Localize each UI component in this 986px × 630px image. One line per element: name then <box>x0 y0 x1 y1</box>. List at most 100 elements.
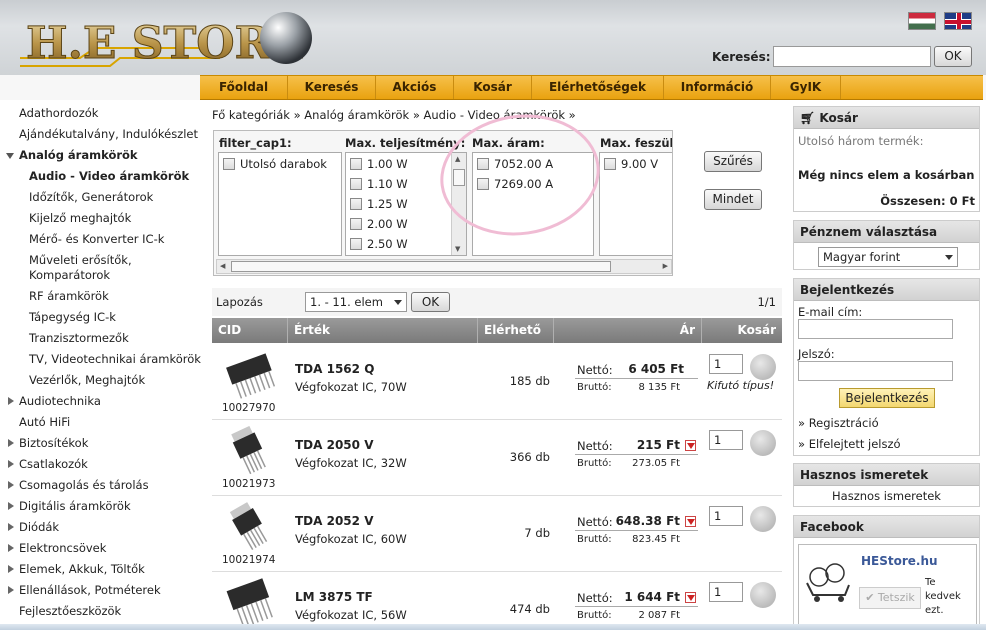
sidebar-item[interactable]: Biztosítékok <box>19 436 88 450</box>
checkbox[interactable] <box>350 158 362 170</box>
sidebar-item[interactable]: Fejlesztőeszközök <box>19 604 121 618</box>
email-field[interactable] <box>798 319 953 339</box>
uk-flag-icon[interactable] <box>944 12 972 30</box>
search-input[interactable] <box>773 46 931 67</box>
product-name[interactable]: TDA 2052 V <box>295 514 373 528</box>
checkbox[interactable] <box>350 198 362 210</box>
filter-option[interactable]: 2.50 W <box>350 237 408 251</box>
checkbox[interactable] <box>350 238 362 250</box>
sidebar-item[interactable]: Ajándékutalvány, Indulókészlet <box>19 127 198 141</box>
facebook-panel: Facebook HEStore.hu ✔ Tetszik Te kedvek … <box>793 515 980 630</box>
product-name[interactable]: TDA 2050 V <box>295 438 373 452</box>
language-flags <box>908 12 972 30</box>
filter-list: Utolsó darabok <box>218 152 342 256</box>
filter-option[interactable]: 9.00 V <box>604 157 658 171</box>
ic-chip-image[interactable] <box>220 350 280 400</box>
useful-info-header: Hasznos ismeretek <box>794 464 979 486</box>
ic-chip-image[interactable] <box>220 578 280 628</box>
add-to-cart-icon[interactable] <box>750 430 776 456</box>
filter-option[interactable]: 1.10 W <box>350 177 408 191</box>
filter-option[interactable]: 2.00 W <box>350 217 408 231</box>
pager-select[interactable]: 1. - 11. elem <box>305 292 407 312</box>
checkbox[interactable] <box>350 218 362 230</box>
add-to-cart-icon[interactable] <box>750 506 776 532</box>
gross-price: 273.05 Ft <box>632 458 680 469</box>
scroll-thumb[interactable] <box>231 261 611 272</box>
sidebar-subitem[interactable]: RF áramkörök <box>29 289 109 303</box>
sidebar-item[interactable]: Elektroncsövek <box>19 541 106 555</box>
sidebar-subitem[interactable]: Tápegység IC-k <box>29 310 116 324</box>
facebook-page-name[interactable]: HEStore.hu <box>861 554 938 568</box>
sidebar-subitem[interactable]: Kijelző meghajtók <box>29 211 131 225</box>
nav-info[interactable]: Információ <box>664 76 771 99</box>
scroll-down-icon[interactable]: ▼ <box>455 245 460 253</box>
quantity-input[interactable]: 1 <box>709 506 743 526</box>
login-button[interactable]: Bejelentkezés <box>839 388 935 408</box>
collapsed-arrow-icon <box>8 523 14 531</box>
quantity-input[interactable]: 1 <box>709 430 743 450</box>
collapsed-arrow-icon <box>8 502 14 510</box>
filter-option[interactable]: Utolsó darabok <box>223 157 327 171</box>
checkbox[interactable] <box>604 158 616 170</box>
forgot-password-link[interactable]: » Elfelejtett jelszó <box>798 437 901 451</box>
sidebar-subitem[interactable]: TV, Videotechnikai áramkörök <box>29 352 201 366</box>
quantity-input[interactable]: 1 <box>709 582 743 602</box>
nav-sale[interactable]: Akciós <box>376 76 454 99</box>
ic-chip-image[interactable] <box>220 426 280 476</box>
checkbox[interactable] <box>223 158 235 170</box>
show-all-button[interactable]: Mindet <box>704 189 762 210</box>
sidebar-item-analog[interactable]: Analóg áramkörök <box>19 148 138 162</box>
filter-option[interactable]: 1.00 W <box>350 157 408 171</box>
search-ok-button[interactable]: OK <box>934 46 972 67</box>
sidebar-item[interactable]: Ellenállások, Potméterek <box>19 583 161 597</box>
scroll-right-icon[interactable]: ▶ <box>663 262 668 270</box>
sidebar-item[interactable]: Csomagolás és tárolás <box>19 478 149 492</box>
product-name[interactable]: LM 3875 TF <box>295 590 373 604</box>
nav-faq[interactable]: GyIK <box>771 76 841 99</box>
sidebar-subitem[interactable]: Komparátorok <box>29 268 110 282</box>
sidebar-item[interactable]: Audiotechnika <box>19 394 101 408</box>
sidebar-item[interactable]: Digitális áramkörök <box>19 499 131 513</box>
cart-empty-text: Még nincs elem a kosárban <box>798 168 975 182</box>
sidebar-item[interactable]: Elemek, Akkuk, Töltők <box>19 562 145 576</box>
sidebar-subitem[interactable]: Mérő- és Konverter IC-k <box>29 232 164 246</box>
sidebar-item[interactable]: Csatlakozók <box>19 457 88 471</box>
product-name[interactable]: TDA 1562 Q <box>295 362 374 376</box>
sidebar-item[interactable]: Diódák <box>19 520 59 534</box>
add-to-cart-icon[interactable] <box>750 582 776 608</box>
sidebar-subitem[interactable]: Műveleti erősítők, <box>29 253 132 267</box>
column-header-available[interactable]: Elérhető <box>478 318 554 343</box>
register-link[interactable]: » Regisztráció <box>798 416 879 430</box>
gross-label: Bruttó: <box>577 610 612 621</box>
nav-search[interactable]: Keresés <box>288 76 376 99</box>
sidebar-subitem[interactable]: Tranzisztormezők <box>29 331 129 345</box>
add-to-cart-icon[interactable] <box>750 354 776 380</box>
hestore-logo[interactable]: H.E STORE <box>20 8 320 74</box>
quantity-input[interactable]: 1 <box>709 354 743 374</box>
filter-option[interactable]: 1.25 W <box>350 197 408 211</box>
sidebar-item-audio-video-active[interactable]: Audio - Video áramkörök <box>29 169 189 183</box>
sidebar-subitem[interactable]: Vezérlők, Meghajtók <box>29 373 145 387</box>
column-header-cid[interactable]: CID <box>212 318 288 343</box>
facebook-like-button[interactable]: ✔ Tetszik <box>859 587 921 609</box>
nav-cart[interactable]: Kosár <box>454 76 532 99</box>
sidebar-item[interactable]: Autó HiFi <box>19 415 70 429</box>
scroll-left-icon[interactable]: ◀ <box>220 262 225 270</box>
pager-ok-button[interactable]: OK <box>411 292 450 312</box>
ic-chip-image[interactable] <box>220 502 280 552</box>
filter-button[interactable]: Szűrés <box>704 151 762 172</box>
nav-contact[interactable]: Elérhetőségek <box>532 76 664 99</box>
hungarian-flag-icon[interactable] <box>908 12 936 30</box>
useful-info-link[interactable]: Hasznos ismeretek <box>794 489 979 503</box>
currency-select[interactable]: Magyar forint <box>818 247 958 267</box>
checkbox[interactable] <box>350 178 362 190</box>
nav-home[interactable]: Főoldal <box>200 76 288 99</box>
sidebar-subitem[interactable]: Időzítők, Generátorok <box>29 190 153 204</box>
sidebar-item[interactable]: Adathordozók <box>19 106 98 120</box>
password-field[interactable] <box>798 361 953 381</box>
horizontal-scrollbar[interactable]: ◀ ▶ <box>216 259 672 274</box>
column-header-price[interactable]: Ár <box>554 318 702 343</box>
product-description: Végfokozat IC, 60W <box>295 532 407 546</box>
column-header-value[interactable]: Érték <box>288 318 478 343</box>
expanded-arrow-icon <box>6 153 14 159</box>
